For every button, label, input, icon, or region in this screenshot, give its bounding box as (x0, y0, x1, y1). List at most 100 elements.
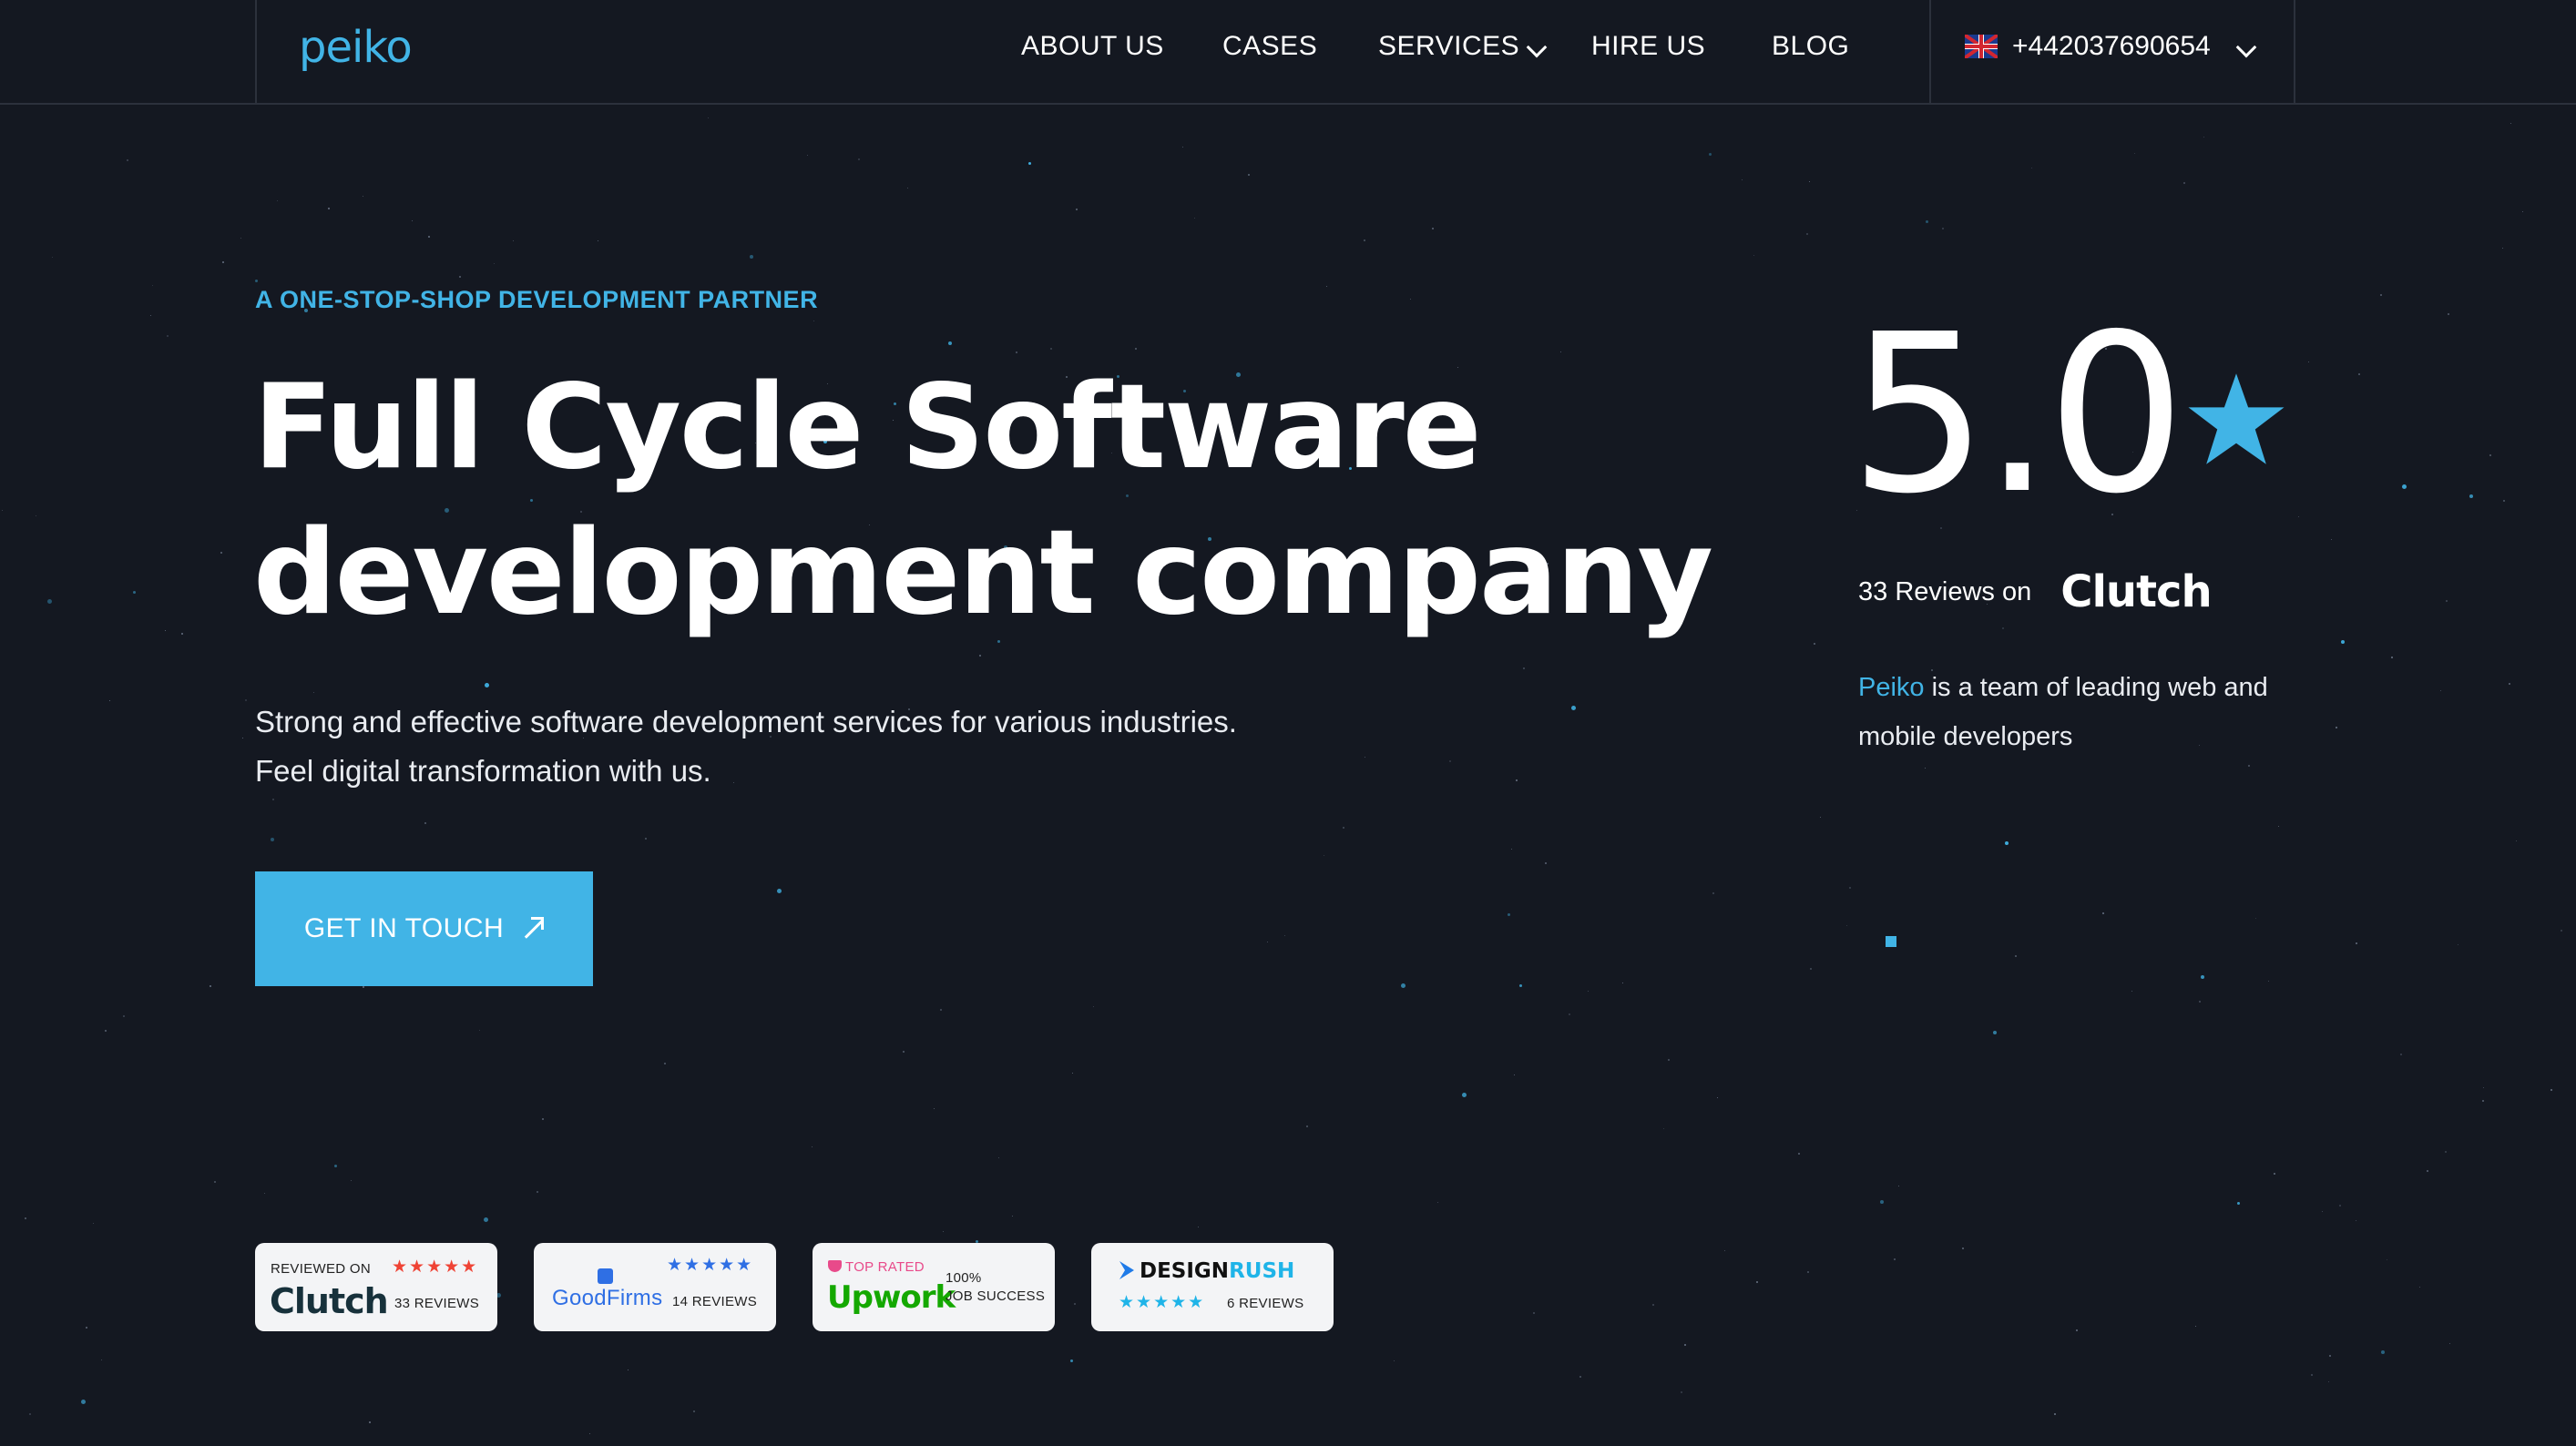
star-dot (1880, 1200, 1884, 1204)
star-dot (2381, 1350, 2385, 1354)
rating-score: 5.0 (1849, 287, 2186, 542)
star-dot (2268, 981, 2269, 982)
star-dot (2482, 1100, 2484, 1102)
nav-services[interactable]: SERVICES (1378, 31, 1519, 62)
star-dot (1545, 862, 1547, 864)
nav-hire-us[interactable]: HIRE US (1591, 31, 1705, 62)
star-dot (1511, 849, 1512, 850)
star-dot (485, 683, 489, 687)
star-dot (2391, 657, 2393, 658)
star-dot (2483, 1087, 2484, 1088)
star-dot (1449, 760, 1451, 762)
star-dot (1437, 1202, 1438, 1203)
star-dot (1712, 892, 1714, 894)
badge-goodfirms-name: GoodFirms (552, 1286, 663, 1310)
badge-upwork-pct: 100% (946, 1270, 982, 1286)
hero-eyebrow: A ONE-STOP-SHOP DEVELOPMENT PARTNER (255, 286, 819, 313)
badge-upwork-success: JOB SUCCESS (946, 1288, 1046, 1304)
star-dot (328, 208, 330, 209)
designrush-name-b: RUSH (1229, 1259, 1295, 1283)
star-dot (1194, 218, 1195, 219)
star-dot (1806, 233, 1808, 235)
star-dot (2510, 123, 2511, 124)
star-dot (222, 261, 224, 263)
star-dot (1401, 983, 1406, 988)
star-dot (2502, 248, 2503, 249)
badge-top-rated: TOP RATED (845, 1259, 925, 1275)
star-dot (2358, 373, 2360, 375)
star-dot (979, 655, 981, 657)
star-dot (1182, 147, 1183, 148)
star-dot (1810, 968, 1812, 970)
peiko-logo[interactable]: peiko (299, 20, 413, 75)
star-dot (1028, 162, 1031, 165)
star-dot (1753, 255, 1754, 256)
star-dot (240, 238, 241, 239)
star-dot (2274, 1173, 2275, 1175)
header-divider (2294, 0, 2295, 105)
star-dot (1820, 817, 1821, 818)
star-dot (2278, 826, 2279, 827)
star-dot (2400, 1054, 2402, 1055)
title-line-1: Full Cycle Software (253, 360, 1482, 495)
brand-link[interactable]: Peiko (1858, 673, 1925, 702)
star-dot (52, 257, 53, 258)
star-dot (708, 117, 709, 118)
phone-number: +442037690654 (2012, 31, 2211, 61)
nav-about-us[interactable]: ABOUT US (1021, 31, 1164, 62)
star-dot (2550, 1089, 2552, 1091)
chevron-down-icon[interactable] (1526, 36, 1548, 58)
star-dot (2002, 627, 2004, 629)
star-dot (693, 1410, 695, 1412)
nav-cases[interactable]: CASES (1222, 31, 1317, 62)
star-dot (484, 1217, 488, 1222)
star-dot (2005, 841, 2009, 845)
star-dot (1394, 1360, 1395, 1361)
star-dot (1807, 1271, 1809, 1273)
star-dot (210, 985, 211, 987)
star-dot (2445, 1151, 2447, 1153)
badge-reviewed-on: REVIEWED ON (271, 1261, 371, 1277)
badge-goodfirms[interactable]: ★★★★★ GoodFirms 14 REVIEWS (534, 1243, 776, 1331)
badge-upwork[interactable]: TOP RATED Upwork 100% JOB SUCCESS (813, 1243, 1055, 1331)
star-dot (271, 838, 274, 841)
star-dot (81, 1400, 86, 1404)
star-dot (2341, 640, 2345, 644)
star-dot (1135, 348, 1137, 350)
star-dot (777, 889, 782, 893)
star-dot (2449, 1343, 2450, 1344)
star-dot (25, 1217, 26, 1219)
star-rating-icon: ★★★★★ (1119, 1293, 1206, 1312)
star-dot (1016, 351, 1017, 353)
chevron-down-icon[interactable] (2235, 36, 2257, 58)
badge-goodfirms-reviews: 14 REVIEWS (672, 1294, 758, 1309)
badge-clutch[interactable]: REVIEWED ON ★★★★★ Clutch 33 REVIEWS (255, 1243, 497, 1331)
clutch-reviews[interactable]: 33 Reviews on Clutch (1858, 566, 2213, 617)
star-dot (2339, 1205, 2341, 1207)
get-in-touch-button[interactable]: GET IN TOUCH (255, 871, 593, 986)
star-dot (1849, 887, 1851, 889)
star-dot (1588, 991, 1589, 992)
phone-selector[interactable]: +442037690654 (1965, 31, 2211, 62)
star-dot (2054, 1413, 2056, 1415)
star-dot (1846, 925, 1847, 926)
star-dot (1668, 1059, 1670, 1061)
star-dot (152, 285, 153, 286)
star-dot (2195, 1326, 2196, 1327)
badge-designrush[interactable]: DESIGNRUSH ★★★★★ 6 REVIEWS (1091, 1243, 1334, 1331)
star-dot (943, 1231, 944, 1232)
star-dot (428, 236, 430, 238)
star-dot (86, 1327, 87, 1329)
star-dot (2448, 313, 2449, 315)
star-dot (1050, 348, 1052, 350)
star-dot (2255, 918, 2256, 919)
star-dot (165, 630, 166, 631)
star-dot (334, 1165, 337, 1167)
cta-label: GET IN TOUCH (303, 913, 505, 943)
star-dot (351, 1180, 352, 1181)
star-dot (2419, 1287, 2420, 1288)
star-dot (2503, 500, 2505, 502)
star-dot (2076, 1329, 2078, 1331)
nav-blog[interactable]: BLOG (1772, 31, 1849, 62)
designrush-name-a: DESIGN (1140, 1259, 1230, 1283)
